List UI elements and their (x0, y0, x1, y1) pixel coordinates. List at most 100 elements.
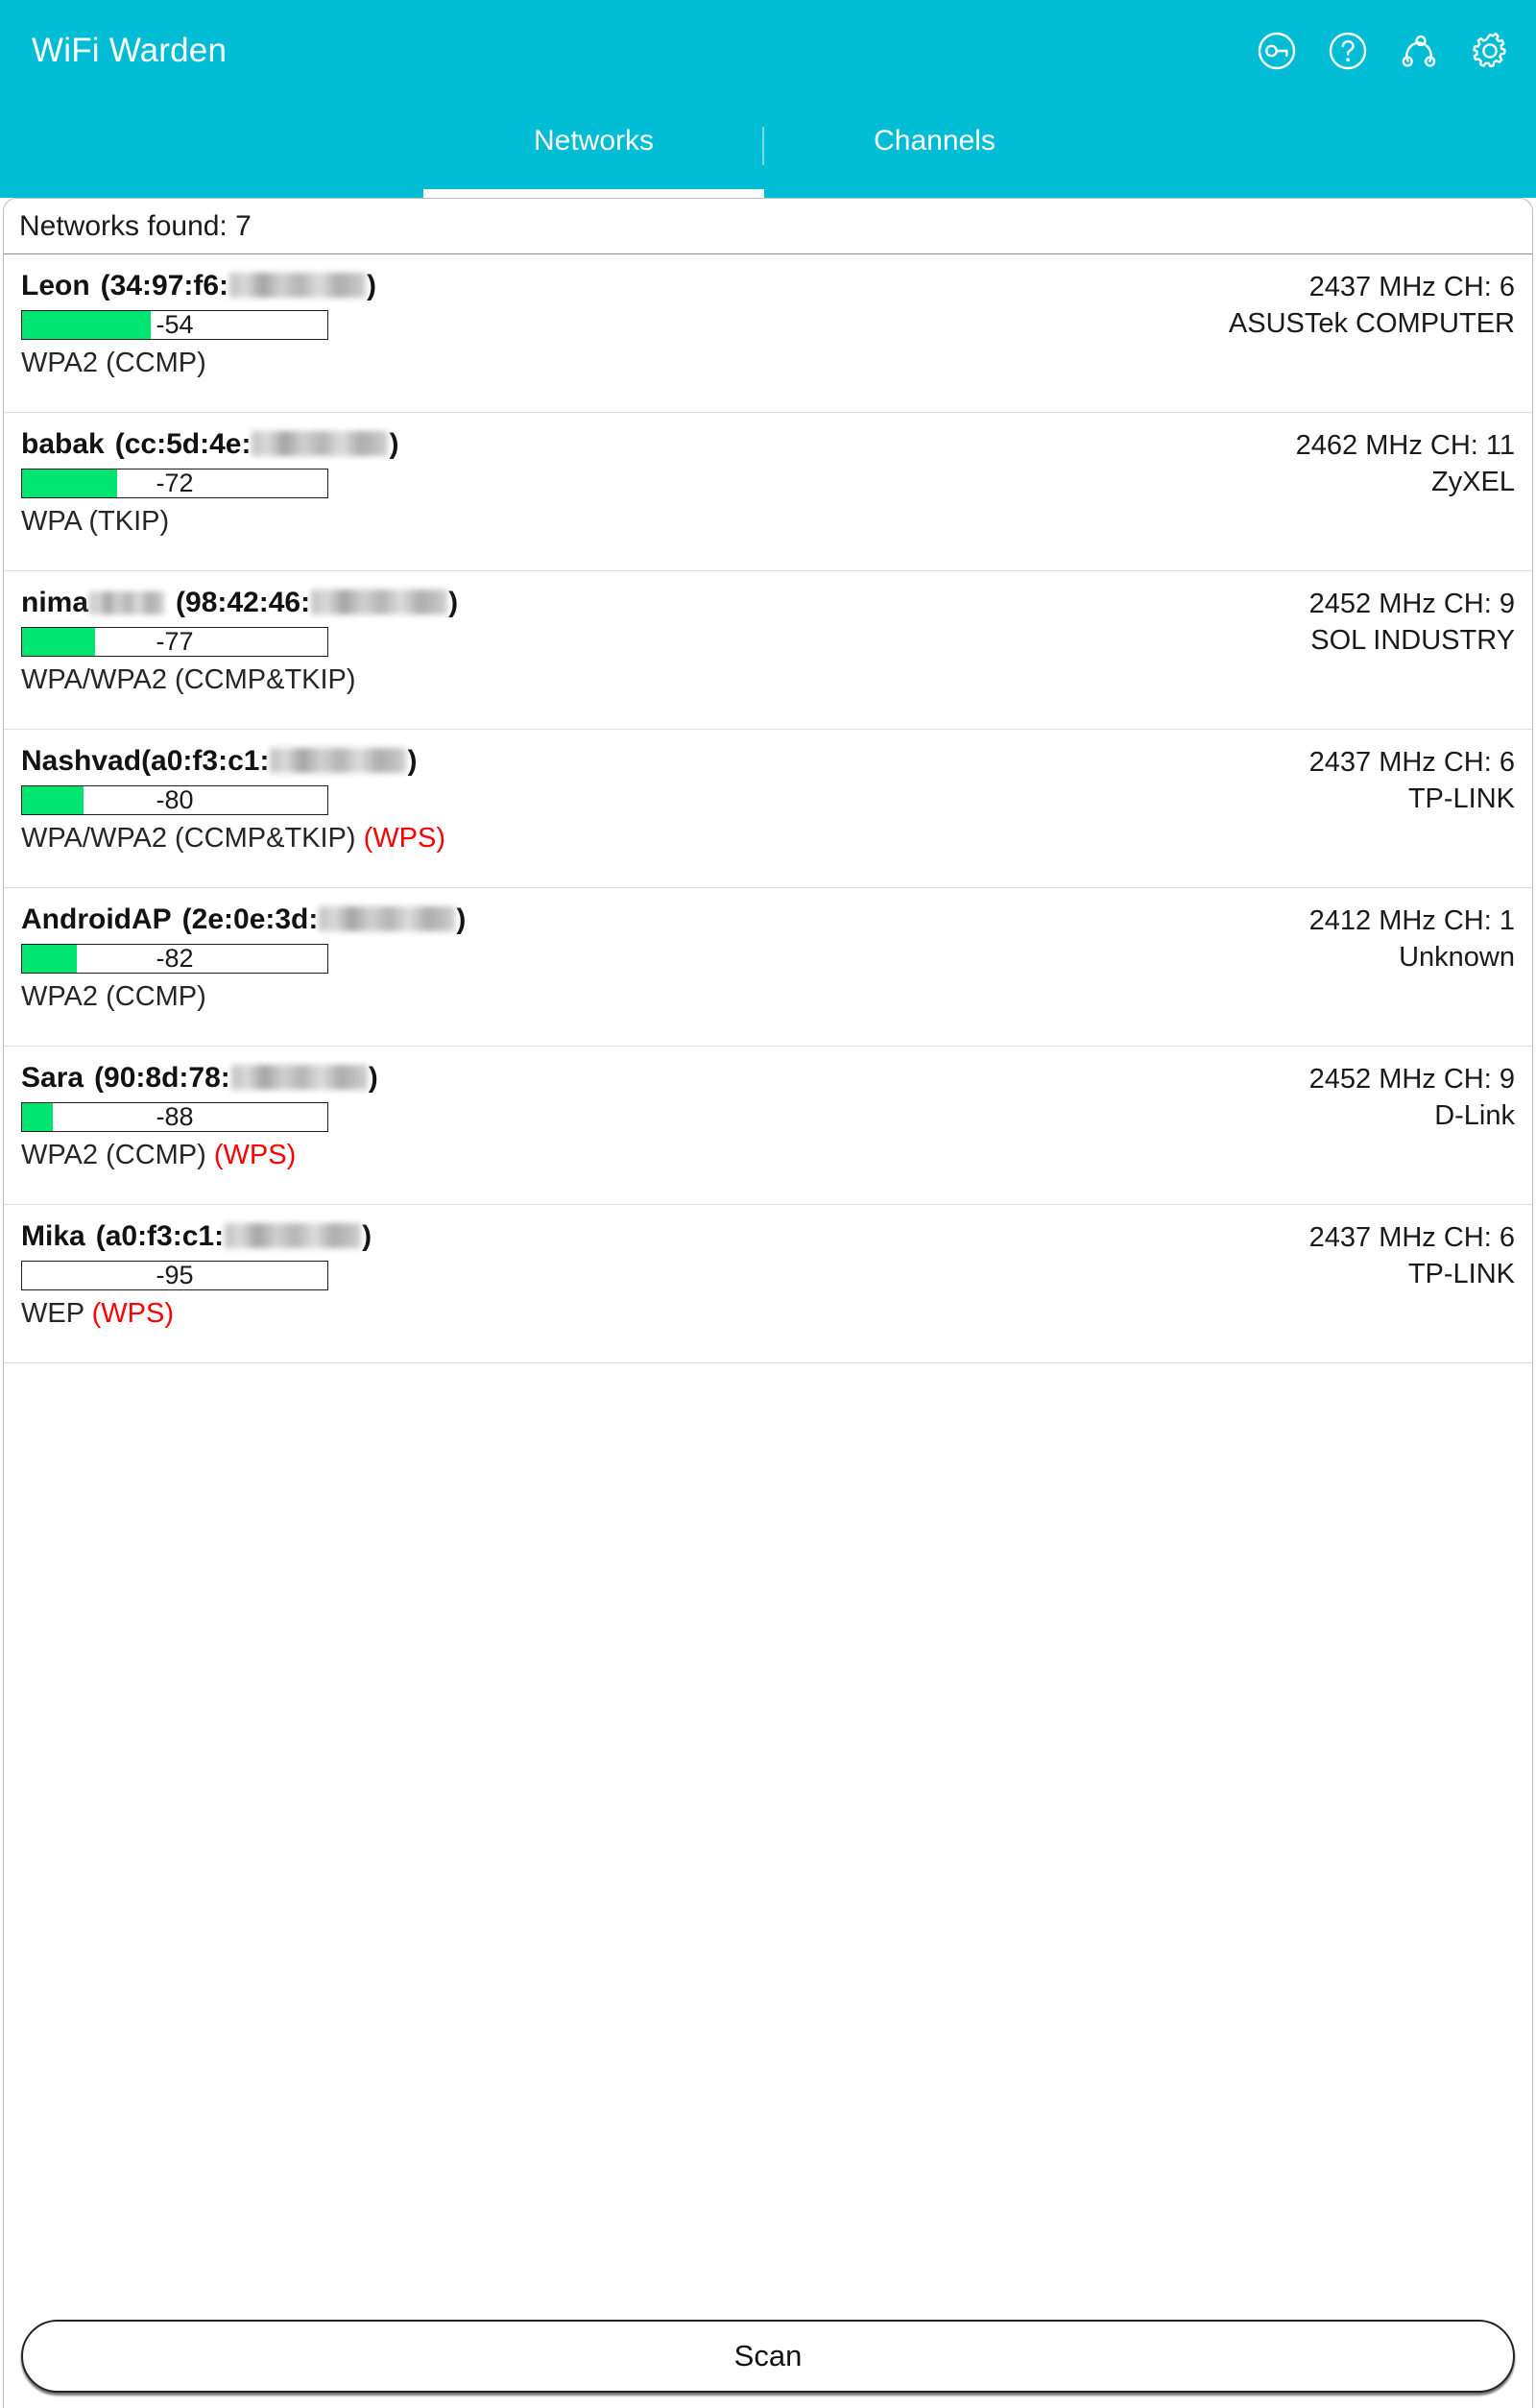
signal-strength-value: -77 (156, 627, 194, 656)
wps-badge: (WPS) (363, 823, 445, 854)
network-frequency-channel: 2452 MHz CH: 9 (1308, 589, 1515, 619)
network-vendor: D-Link (1434, 1100, 1515, 1131)
network-mac-prefix: (a0:f3:c1: (141, 745, 270, 777)
network-security: WPA2 (CCMP) (WPS) (21, 1139, 885, 1171)
tab-bar: Networks Channels (0, 102, 1536, 198)
network-security: WPA/WPA2 (CCMP&TKIP) (21, 663, 885, 696)
networks-card: Networks found: 7 Leon (34:97:f6:) -54 WPA2… (3, 198, 1533, 2408)
network-row[interactable]: Nashvad (a0:f3:c1:) -80 WPA/WPA2 (CCMP&TKIP… (4, 730, 1532, 888)
network-security-text: WPA2 (CCMP) (21, 981, 206, 1012)
redacted-mac-block (270, 748, 407, 773)
network-ssid: AndroidAP (2e:0e:3d:) (21, 903, 885, 937)
network-row-left: Mika (a0:f3:c1:) -95 WEP (WPS) (21, 1219, 885, 1330)
signal-strength-bar: -95 (21, 1261, 328, 1290)
network-row[interactable]: Sara (90:8d:78:) -88 WPA2 (CCMP) (WPS) 2452 … (4, 1047, 1532, 1205)
redacted-mac-block (225, 1223, 362, 1248)
network-mac-suffix: ) (367, 270, 377, 301)
network-security-text: WPA2 (CCMP) (21, 1140, 206, 1170)
network-mac-prefix: (98:42:46: (176, 587, 311, 618)
signal-strength-bar: -77 (21, 627, 328, 657)
network-row-right: 2452 MHz CH: 9 SOL INDUSTRY (1309, 586, 1515, 659)
network-ssid-text: Nashvad (21, 745, 142, 777)
network-frequency-channel: 2437 MHz CH: 6 (1308, 272, 1515, 302)
network-security: WPA (TKIP) (21, 505, 885, 538)
redacted-mac-block (230, 1065, 368, 1090)
signal-strength-bar: -88 (21, 1102, 328, 1132)
signal-strength-bar: -82 (21, 944, 328, 974)
network-ssid-text: Sara (21, 1062, 84, 1094)
wps-badge: (WPS) (91, 1298, 174, 1329)
tab-networks-label: Networks (533, 125, 655, 157)
tab-networks[interactable]: Networks (423, 102, 764, 198)
network-row-left: babak (cc:5d:4e:) -72 WPA (TKIP) (21, 427, 885, 538)
signal-strength-bar: -54 (21, 310, 328, 340)
signal-strength-value: -72 (156, 469, 194, 497)
network-ssid-text: AndroidAP (21, 903, 172, 935)
redacted-mac-block (311, 590, 448, 614)
network-frequency-channel: 2462 MHz CH: 11 (1295, 430, 1515, 461)
network-row-right: 2452 MHz CH: 9 D-Link (1309, 1061, 1515, 1134)
network-mac-suffix: ) (407, 745, 418, 777)
network-ssid: Nashvad (a0:f3:c1:) (21, 744, 885, 779)
network-row-left: nima (98:42:46:) -77 WPA/WPA2 (CCMP&TKIP) (21, 586, 885, 696)
network-security: WPA/WPA2 (CCMP&TKIP) (WPS) (21, 822, 885, 855)
network-row[interactable]: Leon (34:97:f6:) -54 WPA2 (CCMP) 2437 MHz CH… (4, 254, 1532, 413)
network-mac-suffix: ) (389, 428, 399, 460)
network-list: Leon (34:97:f6:) -54 WPA2 (CCMP) 2437 MHz CH… (4, 254, 1532, 1363)
network-ssid: Leon (34:97:f6:) (21, 269, 885, 303)
network-row-right: 2437 MHz CH: 6 TP-LINK (1309, 744, 1515, 817)
network-row[interactable]: nima (98:42:46:) -77 WPA/WPA2 (CCMP&TKIP) 24… (4, 571, 1532, 730)
network-mac-prefix: (90:8d:78: (94, 1062, 230, 1094)
tab-channels[interactable]: Channels (764, 102, 1105, 198)
signal-strength-value: -54 (156, 310, 194, 339)
signal-strength-value: -82 (156, 944, 194, 973)
network-ssid: Mika (a0:f3:c1:) (21, 1219, 885, 1254)
network-mac-prefix: (a0:f3:c1: (95, 1220, 225, 1252)
network-vendor: Unknown (1399, 942, 1515, 973)
help-icon[interactable] (1323, 26, 1373, 76)
network-ssid: babak (cc:5d:4e:) (21, 427, 885, 462)
network-row[interactable]: AndroidAP (2e:0e:3d:) -82 WPA2 (CCMP) 2412 M… (4, 888, 1532, 1047)
network-row-left: Nashvad (a0:f3:c1:) -80 WPA/WPA2 (CCMP&TKIP… (21, 744, 885, 855)
app-title: WiFi Warden (32, 32, 228, 69)
network-row[interactable]: Mika (a0:f3:c1:) -95 WEP (WPS) 2437 MHz CH: … (4, 1205, 1532, 1363)
network-vendor: ZyXEL (1430, 467, 1515, 497)
network-vendor: ASUSTek COMPUTER (1228, 308, 1515, 339)
network-vendor: TP-LINK (1407, 783, 1515, 814)
network-frequency-channel: 2437 MHz CH: 6 (1308, 1222, 1515, 1253)
scan-button[interactable]: Scan (21, 2320, 1515, 2393)
signal-strength-value: -88 (156, 1102, 194, 1131)
network-mac-suffix: ) (362, 1220, 372, 1252)
redacted-mac-block (229, 273, 367, 298)
network-ssid-text: Leon (21, 270, 90, 301)
network-mac-suffix: ) (456, 903, 467, 935)
network-mac-prefix: (34:97:f6: (100, 270, 229, 301)
network-row-right: 2437 MHz CH: 6 ASUSTek COMPUTER (1229, 269, 1515, 342)
redacted-mac-block (319, 906, 456, 931)
wps-badge: (WPS) (213, 1140, 297, 1170)
network-ssid-text: babak (21, 428, 105, 460)
network-frequency-channel: 2412 MHz CH: 1 (1308, 905, 1515, 936)
share-network-icon[interactable] (1394, 26, 1444, 76)
network-vendor: SOL INDUSTRY (1310, 625, 1515, 656)
network-ssid: Sara (90:8d:78:) (21, 1061, 885, 1096)
network-row-left: Leon (34:97:f6:) -54 WPA2 (CCMP) (21, 269, 885, 379)
app-bar: WiFi Warden (0, 0, 1536, 102)
network-ssid-text: nima (21, 587, 89, 618)
network-vendor: TP-LINK (1407, 1259, 1515, 1289)
network-security: WPA2 (CCMP) (21, 980, 885, 1013)
tab-channels-label: Channels (874, 125, 996, 157)
network-security-text: WPA2 (CCMP) (21, 348, 206, 378)
network-security: WEP (WPS) (21, 1297, 885, 1330)
gear-icon[interactable] (1465, 26, 1515, 76)
networks-found-label: Networks found: 7 (19, 209, 252, 242)
network-row[interactable]: babak (cc:5d:4e:) -72 WPA (TKIP) 2462 MHz CH… (4, 413, 1532, 571)
network-security: WPA2 (CCMP) (21, 347, 885, 379)
redacted-mac-block (252, 431, 389, 456)
network-frequency-channel: 2452 MHz CH: 9 (1308, 1064, 1515, 1095)
tab-active-indicator (423, 189, 764, 198)
signal-strength-value: -80 (156, 785, 194, 814)
signal-strength-bar: -72 (21, 469, 328, 498)
network-mac-suffix: ) (448, 587, 459, 618)
key-icon[interactable] (1252, 26, 1302, 76)
